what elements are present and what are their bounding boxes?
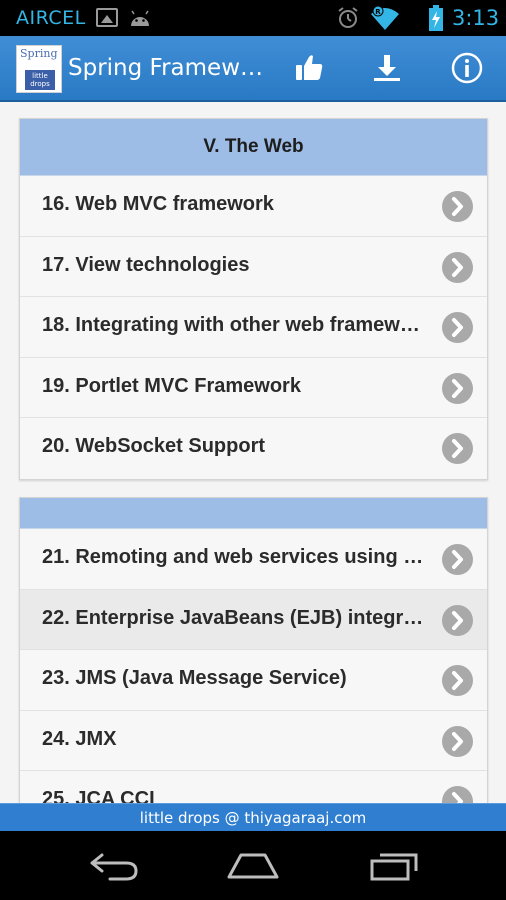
list-item[interactable]: 16. Web MVC framework	[20, 176, 487, 237]
section-header	[20, 498, 487, 529]
chevron-right-icon	[442, 312, 473, 343]
carrier-name: AIRCEL	[16, 7, 86, 29]
chevron-right-icon	[442, 433, 473, 464]
logo-text: Spring	[20, 47, 58, 60]
app-title: Spring Framew…	[68, 55, 264, 81]
list-item-label: 25. JCA CCI	[42, 788, 155, 803]
info-icon[interactable]	[450, 51, 484, 85]
android-icon	[131, 10, 149, 26]
chevron-right-icon	[442, 604, 473, 636]
list-item-label: 21. Remoting and web services using Spri…	[42, 546, 425, 568]
back-icon[interactable]	[86, 849, 142, 883]
app-logo[interactable]: Spring little drops	[16, 45, 62, 93]
chevron-right-icon	[442, 372, 473, 404]
list-item-label: 23. JMS (Java Message Service)	[42, 667, 347, 689]
list-item-label: 19. Portlet MVC Framework	[42, 374, 301, 397]
section-card: V. The Web 16. Web MVC framework 17. Vie…	[19, 118, 488, 480]
list-item[interactable]: 21. Remoting and web services using Spri…	[20, 529, 487, 590]
logo-subtext: little drops	[25, 70, 55, 90]
home-icon[interactable]	[225, 849, 281, 883]
chevron-right-icon	[442, 665, 473, 696]
list-item[interactable]: 23. JMS (Java Message Service)	[20, 650, 487, 711]
section-card: 21. Remoting and web services using Spri…	[19, 497, 488, 803]
list-item[interactable]: 18. Integrating with other web framework…	[20, 297, 487, 358]
chevron-right-icon	[442, 786, 473, 803]
list-item-label: 17. View technologies	[42, 253, 250, 276]
list-item-label: 24. JMX	[42, 727, 117, 750]
svg-text:R: R	[375, 8, 381, 16]
list-item[interactable]: 25. JCA CCI	[20, 771, 487, 803]
list-item[interactable]: 24. JMX	[20, 710, 487, 771]
download-icon[interactable]	[370, 51, 404, 85]
action-bar: Spring little drops Spring Framew…	[0, 36, 506, 102]
chevron-right-icon	[442, 544, 473, 575]
recent-apps-icon[interactable]	[366, 849, 422, 883]
thumbs-up-icon[interactable]	[292, 51, 326, 85]
footer-credit: little drops @ thiyagaraaj.com	[0, 803, 506, 831]
content-list[interactable]: V. The Web 16. Web MVC framework 17. Vie…	[0, 102, 506, 803]
chevron-right-icon	[442, 191, 473, 222]
clock: 3:13	[452, 6, 500, 30]
list-item[interactable]: 17. View technologies	[20, 236, 487, 297]
list-item[interactable]: 19. Portlet MVC Framework	[20, 357, 487, 418]
list-item-label: 20. WebSocket Support	[42, 435, 266, 457]
status-bar: AIRCEL R 3:13	[0, 0, 506, 36]
image-icon	[96, 8, 118, 27]
wifi-icon: R	[371, 5, 399, 30]
list-item[interactable]: 20. WebSocket Support	[20, 418, 487, 479]
list-item-label: 16. Web MVC framework	[42, 193, 274, 215]
list-item[interactable]: 22. Enterprise JavaBeans (EJB) integrati…	[20, 589, 487, 650]
battery-charging-icon	[429, 5, 443, 31]
chevron-right-icon	[442, 251, 473, 283]
list-item-label: 18. Integrating with other web framework…	[42, 314, 425, 336]
section-header: V. The Web	[20, 119, 487, 176]
navigation-bar	[0, 831, 506, 900]
list-item-label: 22. Enterprise JavaBeans (EJB) integrati…	[42, 606, 425, 629]
chevron-right-icon	[442, 725, 473, 757]
alarm-icon	[338, 7, 358, 28]
